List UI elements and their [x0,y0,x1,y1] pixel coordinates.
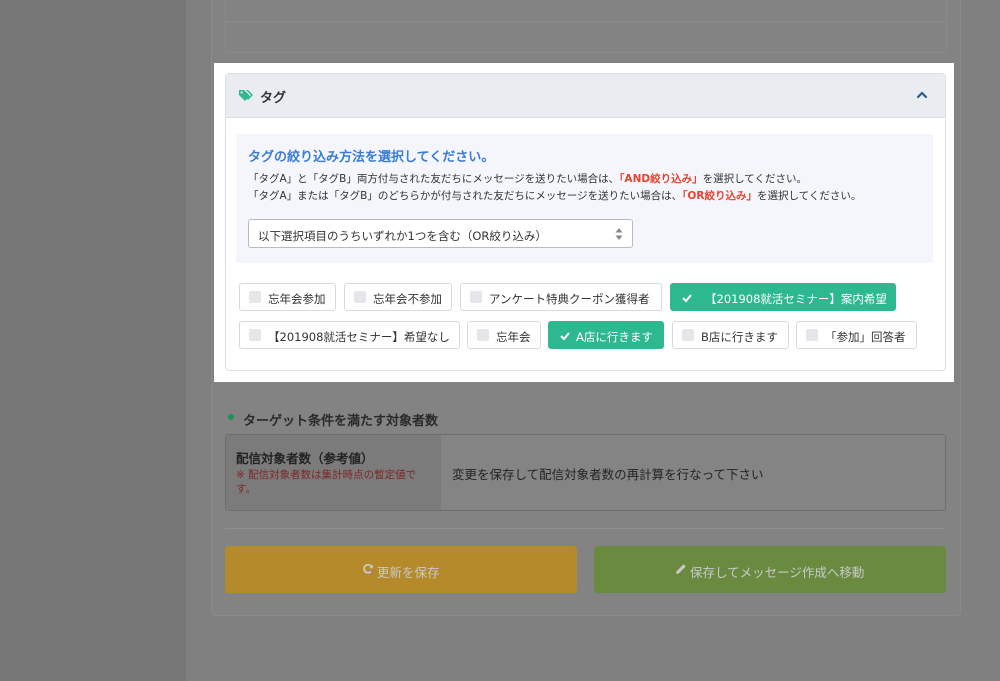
tag-card-header[interactable]: タグ [226,74,945,118]
tag-panel-highlight: タグ タグの絞り込み方法を選択してください。 「タグA」と「タグB」両方付与され… [214,63,954,382]
tag-option-label: アンケート特典クーポン獲得者 [489,292,650,306]
tag-option[interactable]: アンケート特典クーポン獲得者 [460,283,662,311]
save-and-compose-label: 保存してメッセージ作成へ移動 [690,565,865,580]
previous-section-card [225,0,947,53]
tag-option[interactable]: 忘年会不参加 [344,283,452,311]
target-count-label-cell: 配信対象者数（参考値） ※ 配信対象者数は集計時点の暫定値です。 [226,435,441,510]
instruction-text: 「タグA」と「タグB」両方付与された友だちにメッセージを送りたい場合は、 [248,173,620,185]
checkbox[interactable] [249,329,261,341]
tag-option-label: A店に行きます [576,330,653,344]
checkbox[interactable] [470,291,482,303]
tag-option-label: 忘年会不参加 [373,292,442,306]
filter-instructions: タグの絞り込み方法を選択してください。 「タグA」と「タグB」両方付与された友だ… [236,134,933,263]
chevron-up-icon[interactable] [915,88,929,102]
target-count-message: 変更を保存して配信対象者数の再計算を行なって下さい [452,467,764,482]
tag-option-label: 忘年会参加 [268,292,326,306]
checkbox[interactable] [249,291,261,303]
target-section-title: ターゲット条件を満たす対象者数 [243,414,439,429]
pencil-icon [676,564,686,574]
tag-option[interactable]: 【201908就活セミナー】希望なし [239,321,460,349]
target-count-box: 配信対象者数（参考値） ※ 配信対象者数は集計時点の暫定値です。 変更を保存して… [225,434,946,511]
tag-card: タグ タグの絞り込み方法を選択してください。 「タグA」と「タグB」両方付与され… [225,73,946,371]
tag-card-title: タグ [260,91,287,106]
save-and-compose-button[interactable]: 保存してメッセージ作成へ移動 [594,546,946,593]
tag-option-selected[interactable]: 【201908就活セミナー】案内希望 [670,283,896,311]
check-icon [560,332,570,341]
tag-option[interactable]: 「参加」回答者 [796,321,917,349]
select-arrows-icon [615,228,623,240]
tag-option[interactable]: 忘年会参加 [239,283,336,311]
instruction-text: を選択してください。 [702,173,807,185]
divider [225,528,945,529]
checkbox[interactable] [806,329,818,341]
instruction-line-or: 「タグA」または「タグB」のどちらかが付与された友だちにメッセージを送りたい場合… [248,188,861,203]
save-button[interactable]: 更新を保存 [225,546,577,593]
tag-option[interactable]: 忘年会 [467,321,541,349]
instruction-text: を選択してください。 [756,190,862,202]
checkbox[interactable] [682,329,694,341]
target-count-note: ※ 配信対象者数は集計時点の暫定値です。 [236,469,417,495]
tag-option-label: 【201908就活セミナー】案内希望 [705,292,887,306]
instruction-text: 「タグA」または「タグB」のどちらかが付与された友だちにメッセージを送りたい場合… [248,190,683,202]
save-button-label: 更新を保存 [377,565,440,580]
tag-option-label: B店に行きます [701,330,778,344]
tag-option-label: 【201908就活セミナー】希望なし [268,330,450,344]
divider [226,21,946,22]
check-icon [682,294,692,303]
filter-method-select[interactable]: 以下選択項目のうちいずれか1つを含む（OR絞り込み） [248,219,633,248]
left-sidebar-area [0,0,186,681]
or-filter-label: 「OR絞り込み」 [682,190,757,202]
target-count-label: 配信対象者数（参考値） [236,451,374,466]
checkbox[interactable] [354,291,366,303]
tags-icon [239,90,253,101]
tag-option-label: 忘年会 [496,330,531,344]
section-bullet [228,414,234,420]
instruction-title: タグの絞り込み方法を選択してください。 [248,150,495,165]
filter-method-value: 以下選択項目のうちいずれか1つを含む（OR絞り込み） [258,229,547,243]
tag-option[interactable]: B店に行きます [672,321,789,349]
tag-option-label: 「参加」回答者 [825,330,906,344]
checkbox[interactable] [477,329,489,341]
refresh-icon [363,563,373,574]
tag-option-selected[interactable]: A店に行きます [548,321,664,349]
and-filter-label: 「AND絞り込み」 [619,173,703,185]
instruction-line-and: 「タグA」と「タグB」両方付与された友だちにメッセージを送りたい場合は、「AND… [248,171,807,186]
